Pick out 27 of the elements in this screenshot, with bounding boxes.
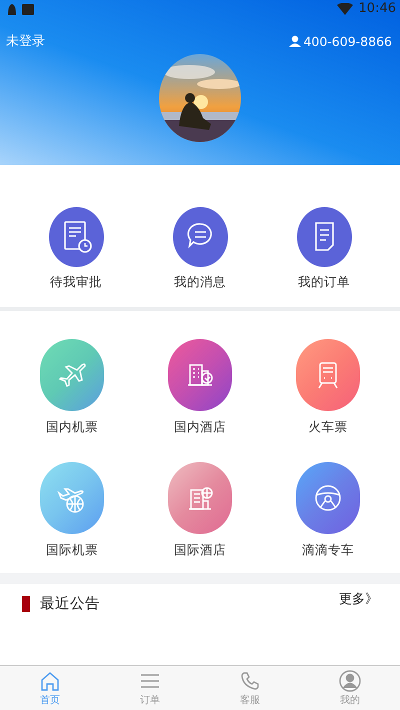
chat-bubble-icon[interactable] bbox=[172, 207, 228, 268]
support-agent-icon bbox=[289, 35, 302, 47]
tab-item[interactable]: 首页 bbox=[0, 666, 100, 710]
phone-icon bbox=[239, 670, 261, 692]
service-label: 国际酒店 bbox=[174, 542, 226, 560]
tab-item[interactable]: 我的 bbox=[300, 666, 400, 710]
document-icon[interactable] bbox=[296, 207, 352, 268]
clock-time: 10:46 bbox=[358, 1, 396, 16]
service-label: 国际机票 bbox=[46, 542, 98, 560]
login-status[interactable]: 未登录 bbox=[6, 32, 45, 50]
section-marker bbox=[22, 596, 30, 612]
action-label: 待我审批 bbox=[50, 274, 102, 292]
action-label: 我的订单 bbox=[298, 274, 350, 292]
home-icon bbox=[39, 670, 61, 692]
tab-item[interactable]: 订单 bbox=[100, 666, 200, 710]
action-label: 我的消息 bbox=[174, 274, 226, 292]
document-clock-icon[interactable] bbox=[48, 207, 104, 268]
section-title: 最近公告 bbox=[40, 595, 100, 614]
service-label: 火车票 bbox=[308, 419, 348, 436]
more-link[interactable]: 更多》 bbox=[339, 590, 378, 608]
user-icon bbox=[339, 670, 361, 692]
wifi-icon bbox=[336, 2, 353, 14]
phone-number[interactable]: 400-609-8866 bbox=[303, 34, 392, 48]
service-label: 国内酒店 bbox=[174, 419, 226, 436]
tab-item[interactable]: 客服 bbox=[200, 666, 300, 710]
service-label: 滴滴专车 bbox=[302, 542, 354, 560]
service-label: 国内机票 bbox=[46, 419, 98, 436]
